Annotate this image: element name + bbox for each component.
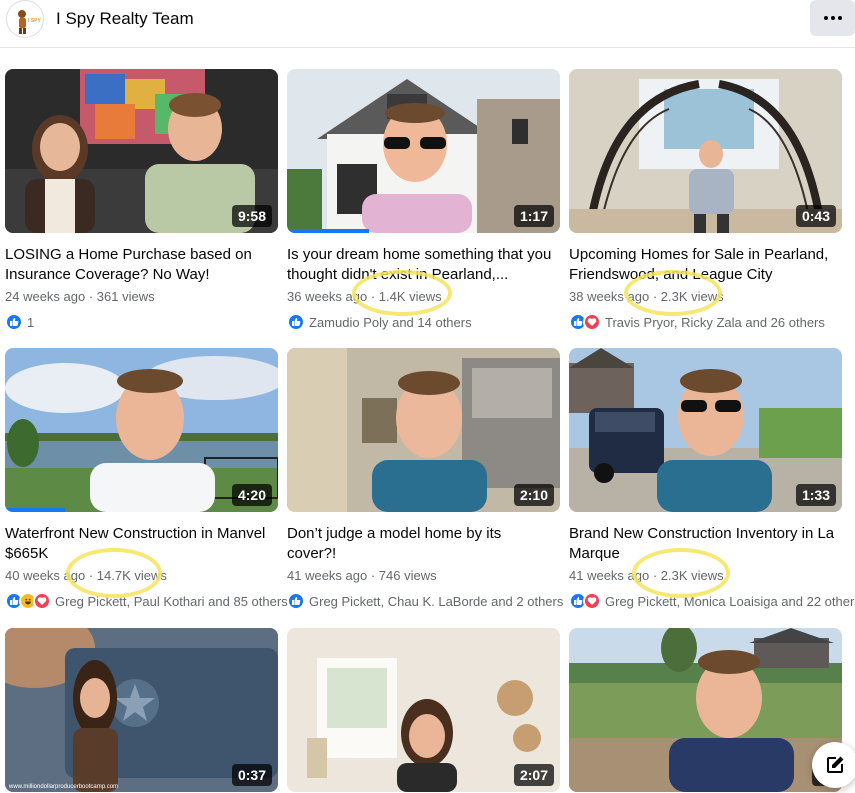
love-icon [583, 313, 601, 331]
like-icon [287, 592, 305, 610]
page-header: I SPY I Spy Realty Team [0, 0, 855, 48]
video-duration: 4:20 [231, 484, 272, 506]
video-thumbnail[interactable]: 1:17 [287, 69, 560, 233]
reactions-row[interactable]: Zamudio Poly and 14 others [287, 313, 472, 331]
watermark-text: www.milliondollarproducerbootcamp.com [8, 784, 118, 790]
video-thumbnail[interactable]: 3: [569, 628, 842, 792]
more-dots-icon [823, 16, 828, 20]
video-thumbnail[interactable]: 2:07 [287, 628, 560, 792]
video-duration: 1:33 [795, 484, 836, 506]
reactions-row[interactable]: Greg Pickett, Chau K. LaBorde and 2 othe… [287, 592, 563, 610]
video-thumbnail[interactable]: 1:33 [569, 348, 842, 512]
video-thumbnail[interactable]: 0:43 [569, 69, 842, 233]
video-title[interactable]: LOSING a Home Purchase based on Insurance… [5, 245, 285, 285]
reactions-row[interactable]: Greg Pickett, Paul Kothari and 85 others [5, 592, 288, 610]
video-duration: 0:37 [231, 764, 272, 786]
compose-icon [827, 756, 844, 773]
reactions-row[interactable]: 1 [5, 313, 34, 331]
video-meta: 24 weeks ago · 361 views [5, 289, 155, 304]
more-options-button[interactable] [810, 0, 855, 36]
video-meta: 41 weeks ago · 746 views [287, 568, 437, 583]
like-icon [5, 313, 23, 331]
reactions-row[interactable]: Travis Pryor, Ricky Zala and 26 others [569, 313, 825, 331]
video-duration: 2:10 [513, 484, 554, 506]
realty-logo-icon[interactable]: I SPY [6, 0, 44, 38]
video-meta: 41 weeks ago · 2.3K views [569, 568, 724, 583]
video-meta: 38 weeks ago · 2.3K views [569, 289, 724, 304]
video-thumbnail[interactable]: 9:58 [5, 69, 278, 233]
video-meta: 36 weeks ago · 1.4K views [287, 289, 442, 304]
page-title[interactable]: I Spy Realty Team [56, 8, 194, 30]
video-title[interactable]: Waterfront New Construction in Manvel $66… [5, 524, 285, 564]
video-thumbnail[interactable]: 4:20 [5, 348, 278, 512]
video-duration: 1:17 [513, 205, 554, 227]
video-title[interactable]: Upcoming Homes for Sale in Pearland, Frie… [569, 245, 849, 285]
reactions-row[interactable]: Greg Pickett, Monica Loaisiga and 22 oth… [569, 592, 855, 610]
video-thumbnail[interactable]: 2:10 [287, 348, 560, 512]
like-icon [287, 313, 305, 331]
video-duration: 0:43 [795, 205, 836, 227]
video-meta: 40 weeks ago · 14.7K views [5, 568, 167, 583]
watch-progress-bar [287, 229, 369, 233]
video-title[interactable]: Is your dream home something that you tho… [287, 245, 567, 285]
love-icon [33, 592, 51, 610]
video-duration: 2:07 [513, 764, 554, 786]
video-duration: 9:58 [231, 205, 272, 227]
watch-progress-bar [5, 508, 66, 512]
love-icon [583, 592, 601, 610]
compose-button[interactable] [812, 742, 855, 788]
video-title[interactable]: Don’t judge a model home by its cover?! [287, 524, 567, 564]
video-thumbnail[interactable]: www.milliondollarproducerbootcamp.com 0:… [5, 628, 278, 792]
svg-text:I SPY: I SPY [28, 18, 41, 24]
video-title[interactable]: Brand New Construction Inventory in La Ma… [569, 524, 849, 564]
